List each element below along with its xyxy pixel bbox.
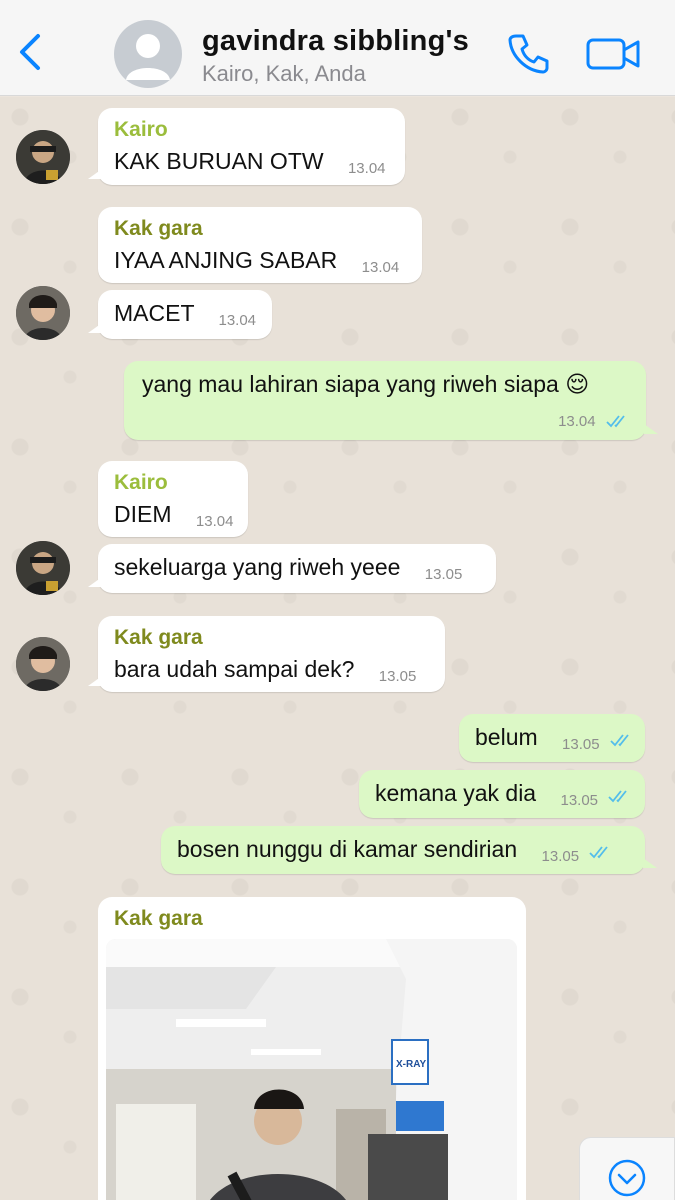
group-avatar-icon[interactable] [114,20,182,88]
message-time: 13.05 [562,736,600,753]
message-bubble-outgoing[interactable]: belum 13.05 [459,714,645,762]
message-time: 13.04 [558,413,596,430]
message-time: 13.04 [347,160,386,177]
bubble-tail [644,424,658,434]
message-time: 13.05 [541,848,580,865]
message-text: bara udah sampai dek? [114,656,355,682]
message-text: kemana yak dia [375,780,537,806]
bubble-tail [88,577,102,587]
message-time: 13.05 [424,566,463,583]
sender-name: Kak gara [114,626,203,649]
message-text: KAK BURUAN OTW [114,148,324,174]
message-text: yang mau lahiran siapa yang riweh siapa … [142,371,590,397]
double-check-icon [589,846,609,859]
bubble-tail [88,676,102,686]
avatar-kairo-2[interactable] [16,541,70,595]
chat-header: gavindra sibbling's Kairo, Kak, Anda [0,0,675,96]
message-bubble[interactable]: Kairo KAK BURUAN OTW 13.04 [88,108,405,185]
video-camera-icon[interactable] [586,36,640,72]
message-time: 13.05 [378,668,417,685]
message-bubble[interactable]: Kak gara IYAA ANJING SABAR 13.04 [98,207,422,283]
avatar-kak-gara-2[interactable] [16,637,70,691]
message-bubble-outgoing[interactable]: yang mau lahiran siapa yang riweh siapa … [124,361,658,440]
message-bubble[interactable]: sekeluarga yang riweh yeee 13.05 [88,544,496,593]
xray-sign: X-RAY [396,1059,427,1070]
message-text: DIEM [114,501,172,527]
phone-icon[interactable] [506,30,552,76]
message-text: sekeluarga yang riweh yeee [114,554,401,580]
scroll-to-bottom-button[interactable] [579,1137,675,1200]
message-time: 13.04 [361,259,400,276]
bubble-tail [88,323,102,333]
chat-title[interactable]: gavindra sibbling's [202,25,469,58]
bubble-tail [88,169,102,179]
sender-name: Kairo [114,118,168,141]
double-check-icon [606,415,625,428]
message-text: IYAA ANJING SABAR [114,247,338,273]
message-bubble[interactable]: Kak gara bara udah sampai dek? 13.05 [88,616,445,692]
bubble-tail [643,858,657,868]
sender-name: Kak gara [114,217,203,240]
photo-message[interactable]: Kak gara X-RAY [98,897,526,1200]
sender-name: Kak gara [114,907,203,930]
shared-photo[interactable]: X-RAY [106,939,517,1200]
message-bubble[interactable]: MACET 13.04 [88,290,272,339]
avatar-kairo[interactable] [16,130,70,184]
message-bubble-outgoing[interactable]: bosen nunggu di kamar sendirian 13.05 [161,826,657,874]
double-check-icon [608,790,628,803]
message-time: 13.04 [218,312,257,329]
sender-name: Kairo [114,471,168,494]
message-list[interactable]: Kairo KAK BURUAN OTW 13.04 Kak gara IYAA… [0,97,675,1200]
message-bubble-outgoing[interactable]: kemana yak dia 13.05 [359,770,645,818]
message-text: belum [475,724,538,750]
chat-members[interactable]: Kairo, Kak, Anda [202,61,366,87]
message-bubble[interactable]: Kairo DIEM 13.04 [98,461,248,537]
message-text: bosen nunggu di kamar sendirian [177,836,518,862]
message-text: MACET [114,300,195,326]
back-arrow-icon[interactable] [14,30,48,74]
message-time: 13.05 [560,792,599,809]
chevron-down-icon [608,1159,646,1197]
avatar-kak-gara[interactable] [16,286,70,340]
double-check-icon [610,734,629,747]
message-time: 13.04 [195,513,234,530]
